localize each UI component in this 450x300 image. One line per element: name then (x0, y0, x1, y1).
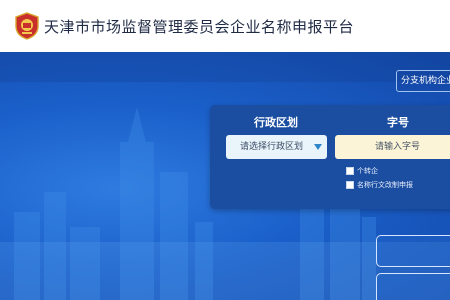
name-search-panel: 行政区划 字号 请选择行政区划 个转企 名称行文改制申报 (210, 105, 450, 209)
side-entry-box-1[interactable] (376, 235, 450, 267)
zihao-input[interactable] (335, 135, 450, 159)
national-emblem-icon (15, 12, 39, 40)
option-individual-to-enterprise-label: 个转企 (357, 167, 378, 175)
option-name-restructure[interactable]: 名称行文改制申报 (346, 180, 413, 190)
chevron-down-icon (314, 144, 322, 150)
site-title: 天津市市场监督管理委员会企业名称申报平台 (44, 18, 355, 36)
district-select-value: 请选择行政区划 (240, 142, 304, 152)
option-name-restructure-label: 名称行文改制申报 (357, 181, 413, 189)
district-label: 行政区划 (254, 116, 298, 129)
checkbox-icon[interactable] (346, 167, 354, 175)
district-select[interactable]: 请选择行政区划 (226, 135, 327, 159)
branch-enterprise-button[interactable]: 分支机构企业 (396, 70, 450, 92)
checkbox-icon[interactable] (346, 181, 354, 189)
option-individual-to-enterprise[interactable]: 个转企 (346, 166, 378, 176)
site-header: 天津市市场监督管理委员会企业名称申报平台 (0, 0, 450, 52)
side-entry-box-2[interactable] (376, 273, 450, 300)
zihao-label: 字号 (387, 116, 409, 129)
hero-banner: 分支机构企业 行政区划 字号 请选择行政区划 个转企 名称行文改制申报 (0, 52, 450, 300)
